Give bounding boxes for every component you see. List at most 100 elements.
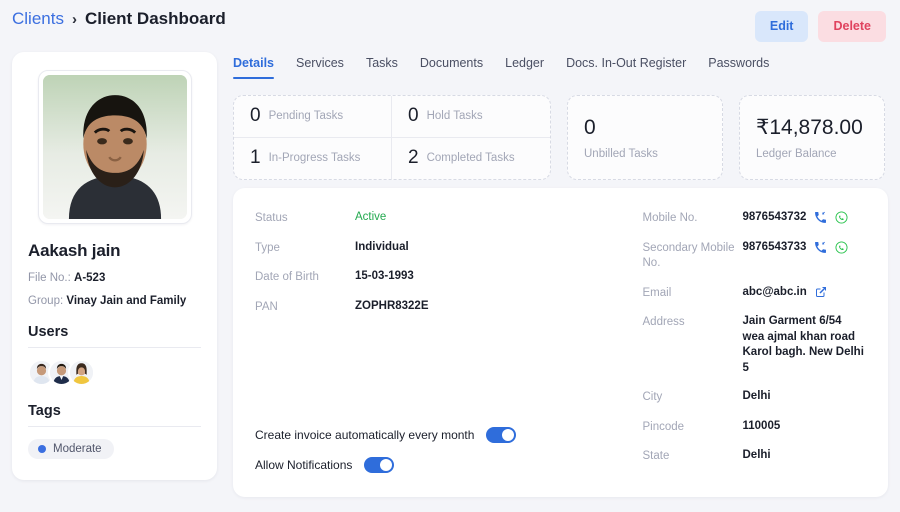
stat-label: Ledger Balance [756, 148, 837, 160]
tag-moderate[interactable]: Moderate [28, 439, 114, 459]
field-pincode: Pincode 110005 [643, 419, 867, 436]
whatsapp-icon[interactable] [835, 211, 848, 224]
tag-label: Moderate [53, 443, 102, 455]
client-dashboard-page: Clients › Client Dashboard Edit Delete A… [0, 0, 900, 512]
toggle-row-allow-notifications: Allow Notifications [255, 457, 516, 473]
field-value: abc@abc.in [742, 285, 807, 298]
stat-label: Completed Tasks [426, 152, 515, 165]
phone-call-icon[interactable] [814, 211, 827, 224]
field-value: Delhi [742, 390, 771, 403]
tab-passwords[interactable]: Passwords [708, 56, 769, 79]
tab-tasks[interactable]: Tasks [366, 56, 398, 79]
allow-notifications-toggle[interactable] [364, 457, 395, 473]
stat-value: 2 [408, 147, 419, 169]
tab-docs-in-out-register[interactable]: Docs. In-Out Register [566, 56, 686, 79]
edit-button[interactable]: Edit [754, 11, 809, 42]
person-avatar-icon [70, 361, 93, 384]
unbilled-tasks-card: 0 Unbilled Tasks [567, 95, 723, 180]
field-label: Type [255, 241, 280, 254]
field-label: Pincode [642, 420, 685, 433]
group-value: Vinay Jain and Family [66, 295, 187, 307]
field-type: Type Individual [255, 240, 561, 257]
group-row: Group: Vinay Jain and Family [28, 295, 201, 307]
stat-value: 0 [408, 105, 419, 127]
stat-label: In-Progress Tasks [268, 152, 361, 165]
tag-dot-icon [38, 445, 46, 453]
user-avatars [28, 359, 201, 386]
client-photo-frame [37, 70, 192, 224]
field-label: PAN [255, 300, 278, 313]
toggle-label: Allow Notifications [255, 458, 353, 472]
stat-pending-tasks: 0 Pending Tasks [234, 96, 392, 138]
task-summary-card: 0 Pending Tasks 0 Hold Tasks 1 In-Progre… [233, 95, 551, 180]
field-value: Jain Garment 6/54 wea ajmal khan road Ka… [742, 315, 864, 374]
tab-services[interactable]: Services [296, 56, 344, 79]
stat-label: Unbilled Tasks [584, 147, 658, 160]
stat-value: 0 [584, 115, 596, 139]
field-state: State Delhi [643, 448, 867, 465]
delete-button[interactable]: Delete [818, 11, 886, 42]
file-no-label: File No.: [28, 272, 71, 284]
field-label: Email [642, 286, 672, 299]
page-title: Client Dashboard [84, 9, 226, 28]
field-label: State [642, 450, 670, 463]
breadcrumb-clients-link[interactable]: Clients [12, 9, 64, 29]
field-value: Individual [355, 240, 409, 253]
field-city: City Delhi [643, 389, 867, 406]
stat-label: Pending Tasks [268, 110, 344, 123]
file-no-row: File No.: A-523 [28, 272, 201, 284]
stat-completed-tasks: 2 Completed Tasks [392, 138, 550, 180]
toggle-knob [380, 459, 393, 471]
details-right-column: Mobile No. 9876543732 Secondary Mobile N… [561, 210, 867, 478]
field-label: Address [642, 316, 685, 329]
toggle-knob [502, 429, 515, 441]
field-email: Email abc@abc.in [643, 285, 867, 302]
field-value: Delhi [742, 449, 771, 462]
stat-value: 1 [250, 147, 261, 169]
whatsapp-icon[interactable] [835, 241, 848, 254]
users-heading: Users [28, 324, 69, 340]
field-pan: PAN ZOPHR8322E [255, 299, 561, 316]
field-address: Address Jain Garment 6/54 wea ajmal khan… [643, 314, 867, 376]
phone-call-icon[interactable] [814, 241, 827, 254]
portrait-illustration [42, 75, 187, 219]
header-actions: Edit Delete [754, 11, 886, 42]
breadcrumb-separator-icon: › [71, 10, 77, 28]
ledger-balance-card: ₹14,878.00 Ledger Balance [739, 95, 885, 180]
field-value: 110005 [742, 419, 781, 432]
client-details-card: Status Active Type Individual Date of Bi… [233, 188, 888, 497]
stats-row: 0 Pending Tasks 0 Hold Tasks 1 In-Progre… [233, 95, 885, 180]
breadcrumb: Clients › Client Dashboard [12, 9, 226, 29]
toggle-label: Create invoice automatically every month [255, 428, 475, 442]
field-value: 9876543733 [742, 240, 807, 253]
field-label: Status [255, 212, 288, 224]
client-name: Aakash jain [28, 241, 121, 260]
field-value: 9876543732 [742, 211, 807, 223]
tab-ledger[interactable]: Ledger [505, 56, 544, 79]
avatar[interactable] [68, 359, 95, 386]
client-photo [42, 75, 187, 219]
stat-label: Hold Tasks [426, 110, 483, 123]
external-link-icon[interactable] [815, 286, 827, 298]
field-label: City [642, 391, 663, 404]
stat-value: ₹14,878.00 [756, 116, 863, 139]
stat-hold-tasks: 0 Hold Tasks [392, 96, 550, 138]
file-no-value: A-523 [74, 272, 106, 284]
client-profile-card: Aakash jain File No.: A-523 Group: Vinay… [12, 52, 217, 480]
tab-details[interactable]: Details [233, 56, 274, 79]
users-divider [28, 347, 201, 348]
field-value: 15-03-1993 [355, 270, 414, 283]
tab-bar: Details Services Tasks Documents Ledger … [233, 56, 769, 79]
tab-documents[interactable]: Documents [420, 56, 483, 79]
field-status: Status Active [255, 210, 561, 227]
field-mobile-no: Mobile No. 9876543732 [643, 210, 867, 227]
field-value: ZOPHR8322E [355, 299, 429, 312]
status-badge: Active [355, 211, 387, 223]
group-label: Group: [28, 295, 64, 307]
toggle-row-auto-invoice: Create invoice automatically every month [255, 427, 517, 443]
stat-in-progress-tasks: 1 In-Progress Tasks [234, 137, 392, 179]
field-label: Secondary Mobile No. [642, 241, 735, 270]
field-label: Mobile No. [642, 212, 698, 224]
tags-heading: Tags [28, 403, 61, 419]
auto-invoice-toggle[interactable] [486, 427, 517, 443]
